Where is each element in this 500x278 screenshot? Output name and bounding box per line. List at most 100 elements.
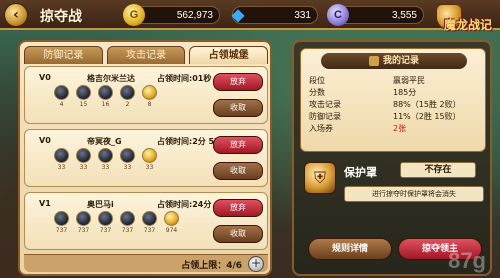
troop: 737 xyxy=(75,211,92,234)
collect-button[interactable]: 收取 xyxy=(213,99,263,117)
vip-rank: V1 xyxy=(39,199,51,208)
troop-count: 16 xyxy=(101,101,110,108)
shield-icon: ⛨ xyxy=(304,162,336,194)
record-row: 段位 羸弱平民 xyxy=(309,75,481,87)
troop-count: 737 xyxy=(55,227,68,234)
abandon-button[interactable]: 放弃 xyxy=(213,199,263,217)
troop: 737 xyxy=(97,211,114,234)
gold-amount: 562,973 xyxy=(176,9,213,21)
troop-icon xyxy=(120,85,135,100)
troop-icon xyxy=(98,148,113,163)
protect-status: 不存在 xyxy=(400,162,476,178)
troop-count: 2 xyxy=(125,101,130,108)
troop-list: 737 737 737 737 737 974 xyxy=(53,211,180,234)
troop-icon xyxy=(120,148,135,163)
record-label: 分数 xyxy=(309,88,325,97)
gem-resource: ◆ 331 xyxy=(232,6,318,24)
record-icon xyxy=(368,55,379,66)
record-label: 入场券 xyxy=(309,124,333,133)
troop: 737 xyxy=(119,211,136,234)
troop: 8 xyxy=(141,85,158,108)
record-value: 羸弱平民 xyxy=(393,76,425,85)
occupation-panel: 防御记录 攻击记录 占领城堡 V0 格吉尔米兰达 占领时间:01秒 4 15 1… xyxy=(18,40,272,276)
list-item: V1 奥巴马i 占领时间:24分 01秒 737 737 737 737 737… xyxy=(24,192,268,250)
record-label: 防御记录 xyxy=(309,112,341,121)
troop: 33 xyxy=(97,148,114,171)
my-record-title: 我的记录 xyxy=(382,56,419,66)
player-name: 奥巴马i xyxy=(87,200,114,209)
troop: 4 xyxy=(53,85,70,108)
troop-count: 4 xyxy=(59,101,64,108)
troop: 16 xyxy=(97,85,114,108)
record-label: 攻击记录 xyxy=(309,100,341,109)
occupy-time: 占领时间:01秒 xyxy=(157,74,212,83)
occupy-limit: 占领上限：4/6 xyxy=(181,261,242,271)
info-panel: 我的记录 段位 羸弱平民 分数 185分 攻击记录 88%（15胜 2败） 防御… xyxy=(292,40,492,276)
list-item: V0 帝冥夜_G 占领时间:2分 57秒 33 33 33 33 33 放弃 收… xyxy=(24,129,268,187)
back-button[interactable]: ‹ xyxy=(4,3,28,27)
troop-count: 33 xyxy=(123,164,132,171)
troop-count: 737 xyxy=(143,227,156,234)
troop-count: 737 xyxy=(99,227,112,234)
gold-coin-icon xyxy=(142,85,157,100)
abandon-button[interactable]: 放弃 xyxy=(213,73,263,91)
troop: 2 xyxy=(119,85,136,108)
game-logo: 魔龙战记 xyxy=(428,2,498,42)
troop-count: 15 xyxy=(79,101,88,108)
troop-icon xyxy=(98,211,113,226)
honor-amount: 3,555 xyxy=(391,9,417,21)
troop: 33 xyxy=(141,148,158,171)
add-slot-button[interactable]: + xyxy=(248,256,264,272)
record-value: 2张 xyxy=(393,124,407,133)
gold-coin-icon: G xyxy=(123,4,145,26)
gem-amount: 331 xyxy=(294,9,311,21)
tab-attack-record[interactable]: 攻击记录 xyxy=(106,46,186,64)
diamond-icon: ◆ xyxy=(231,7,245,24)
my-record-card: 我的记录 段位 羸弱平民 分数 185分 攻击记录 88%（15胜 2败） 防御… xyxy=(300,48,486,152)
troop-icon xyxy=(76,85,91,100)
troop-count: 33 xyxy=(57,164,66,171)
troop-list: 33 33 33 33 33 xyxy=(53,148,158,171)
troop-count: 974 xyxy=(165,227,178,234)
troop: 33 xyxy=(53,148,70,171)
troop-count: 33 xyxy=(79,164,88,171)
occupied-list: V0 格吉尔米兰达 占领时间:01秒 4 15 16 2 8 放弃 收取 V0 … xyxy=(24,66,268,255)
gold-coin-icon xyxy=(142,148,157,163)
vip-rank: V0 xyxy=(39,136,51,145)
troop: 33 xyxy=(119,148,136,171)
troop-icon xyxy=(120,211,135,226)
watermark: 87g xyxy=(448,248,486,273)
tab-bar: 防御记录 攻击记录 占领城堡 xyxy=(24,46,269,64)
honor-coin-icon: C xyxy=(327,4,349,26)
troop-count: 737 xyxy=(77,227,90,234)
collect-button[interactable]: 收取 xyxy=(213,225,263,243)
protect-note: 进行掠夺时保护罩将会消失 xyxy=(344,186,484,202)
record-row: 分数 185分 xyxy=(309,87,481,99)
protect-title: 保护罩 xyxy=(344,166,377,179)
troop: 33 xyxy=(75,148,92,171)
back-arrow-icon: ‹ xyxy=(13,7,19,23)
my-record-header: 我的记录 xyxy=(321,53,467,69)
honor-resource: C 3,555 xyxy=(327,4,424,26)
logo-text: 魔龙战记 xyxy=(443,17,492,32)
record-table: 段位 羸弱平民 分数 185分 攻击记录 88%（15胜 2败） 防御记录 11… xyxy=(309,75,481,135)
record-row: 攻击记录 88%（15胜 2败） xyxy=(309,99,481,111)
collect-button[interactable]: 收取 xyxy=(213,162,263,180)
troop-icon xyxy=(54,85,69,100)
troop-icon xyxy=(98,85,113,100)
tab-occupied-castles[interactable]: 占领城堡 xyxy=(189,46,269,64)
troop: 974 xyxy=(163,211,180,234)
abandon-button[interactable]: 放弃 xyxy=(213,136,263,154)
top-bar: ‹ 掠夺战 G 562,973 ◆ 331 C 3,555 魔龙战记 xyxy=(0,0,500,32)
plus-icon: + xyxy=(250,256,262,270)
tab-defense-record[interactable]: 防御记录 xyxy=(24,46,103,64)
troop: 15 xyxy=(75,85,92,108)
rules-button[interactable]: 规则详情 xyxy=(308,238,392,260)
list-item: V0 格吉尔米兰达 占领时间:01秒 4 15 16 2 8 放弃 收取 xyxy=(24,66,268,124)
troop: 737 xyxy=(141,211,158,234)
troop-icon xyxy=(54,148,69,163)
troop-count: 8 xyxy=(147,101,152,108)
troop-list: 4 15 16 2 8 xyxy=(53,85,158,108)
troop-icon xyxy=(142,211,157,226)
troop-count: 33 xyxy=(145,164,154,171)
